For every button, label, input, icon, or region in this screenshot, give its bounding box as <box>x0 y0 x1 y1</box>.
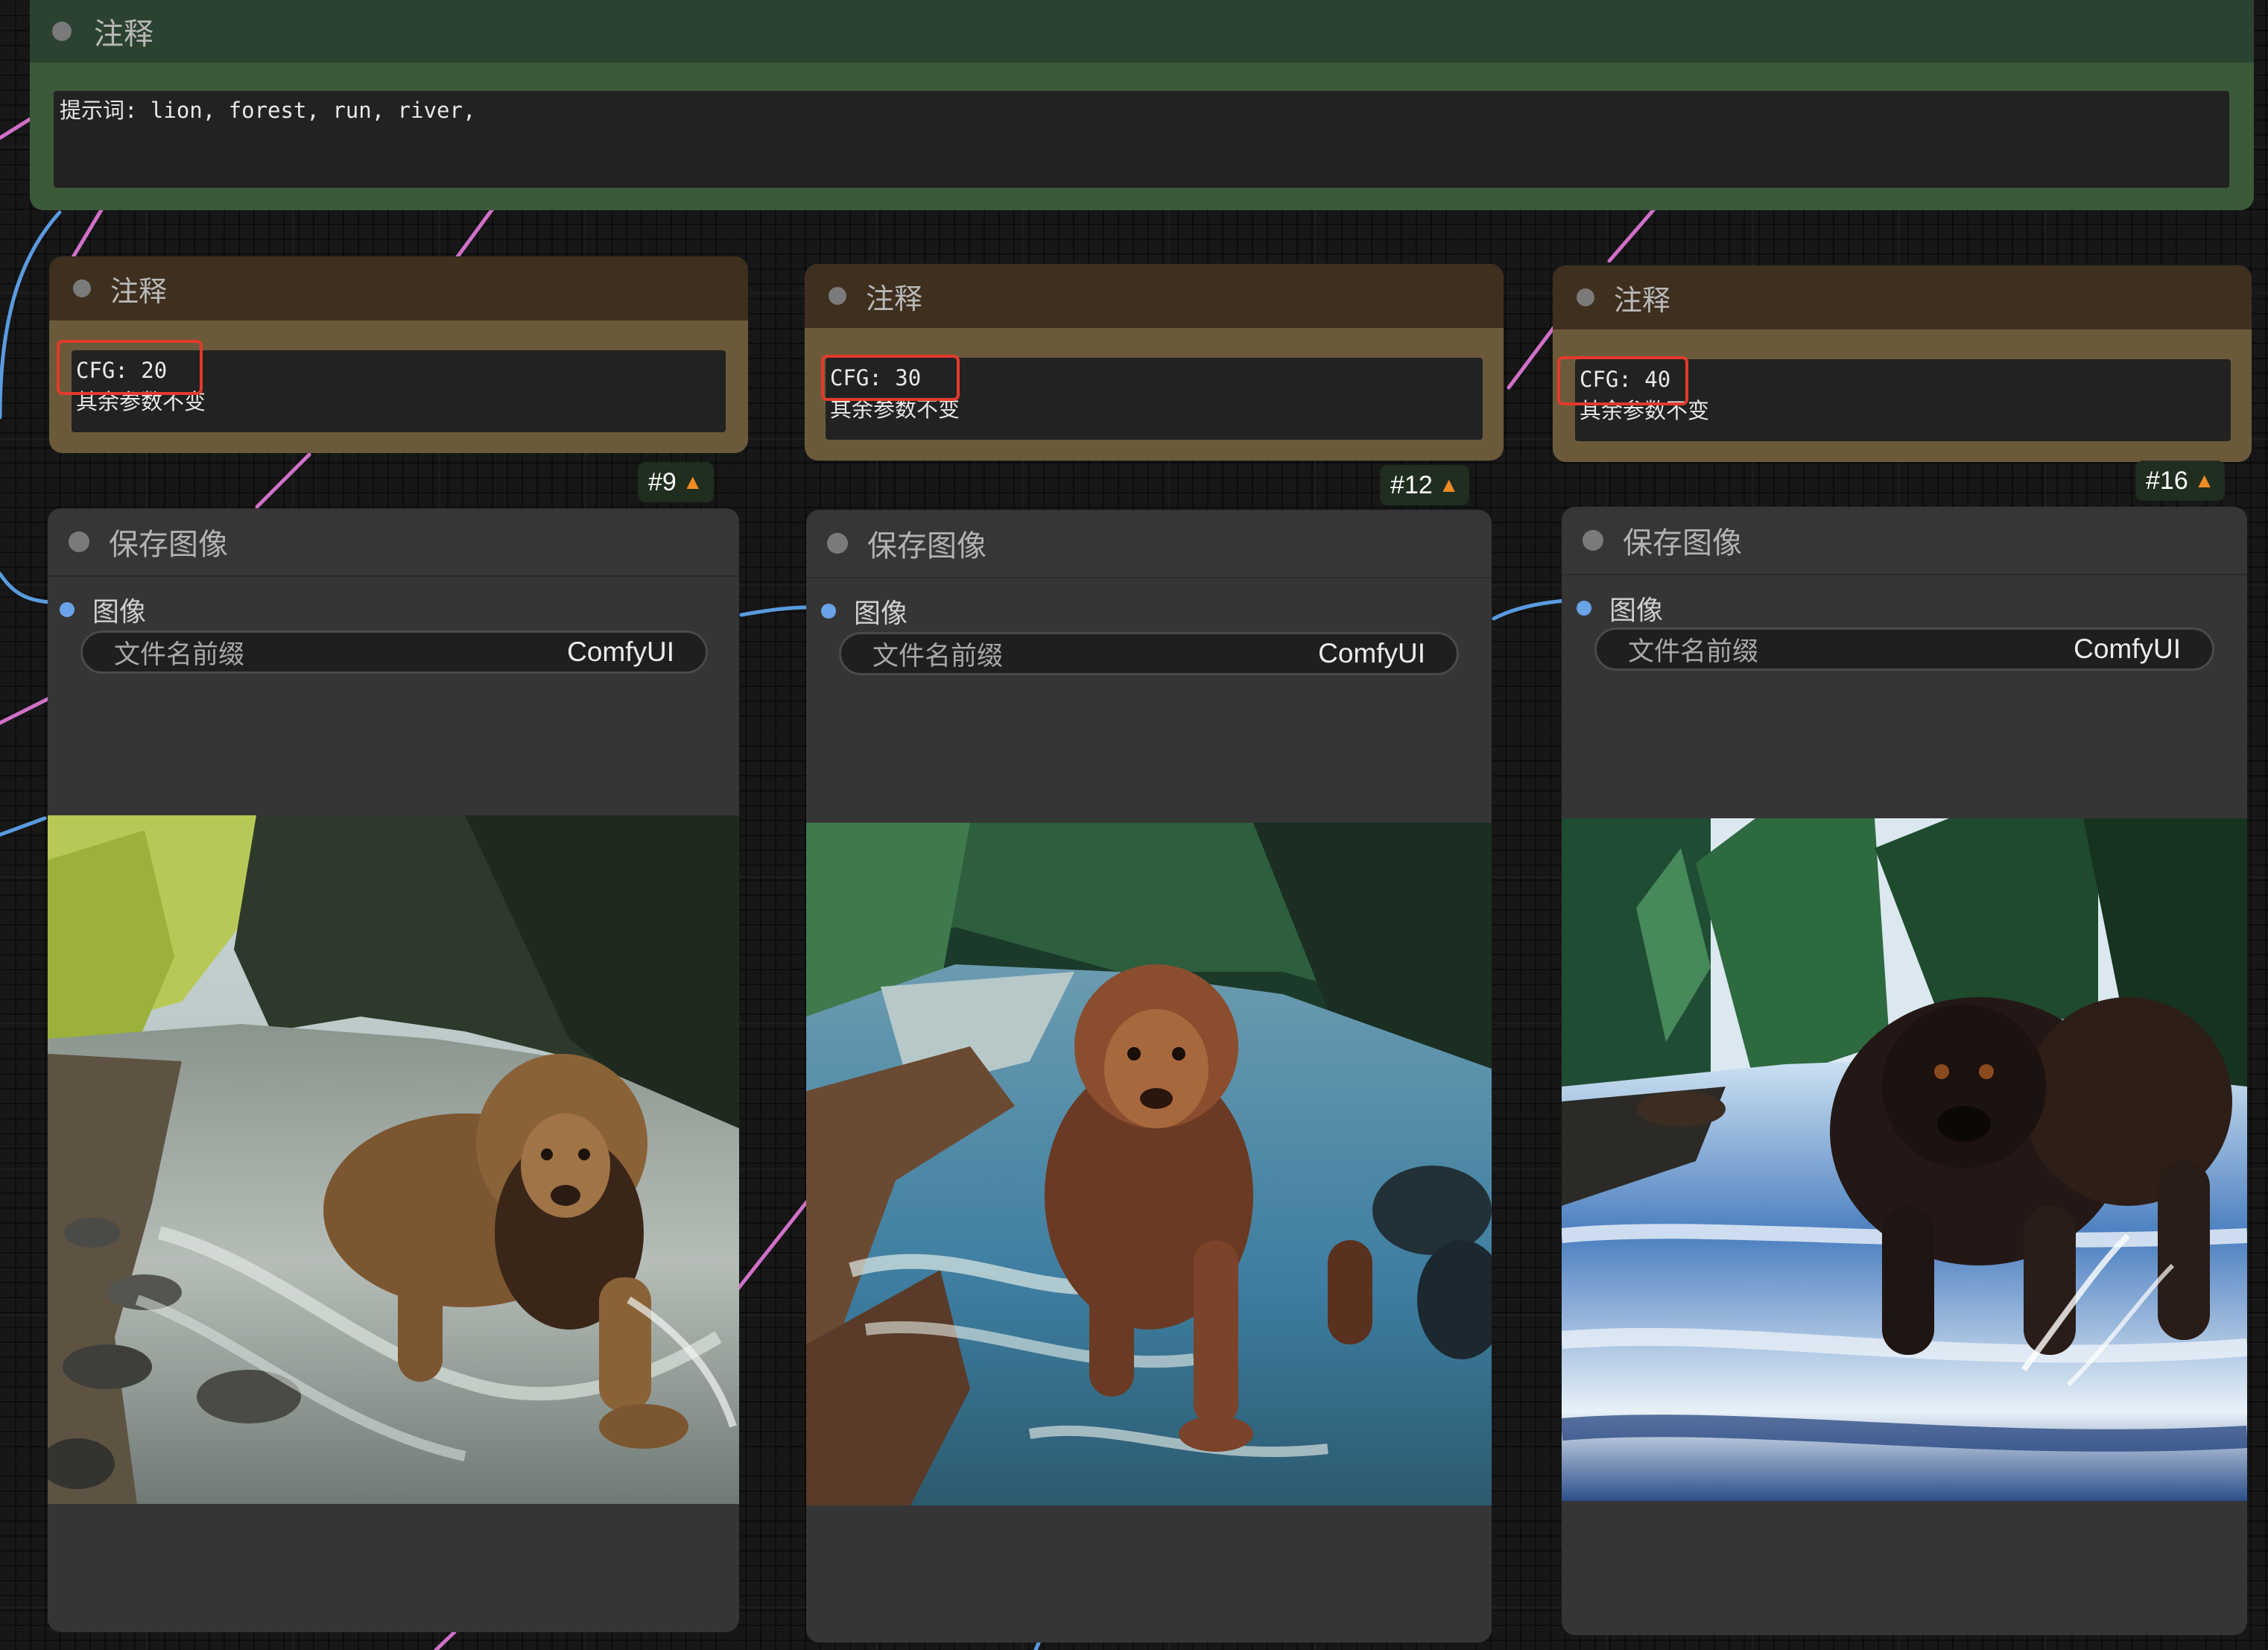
prompt-textarea[interactable]: 提示词: lion, forest, run, river, <box>54 91 2229 188</box>
image-preview[interactable] <box>806 823 1492 1505</box>
pink-link <box>69 203 107 263</box>
image-input-dot-icon[interactable] <box>1577 601 1591 616</box>
note-title: 注释 <box>110 274 168 308</box>
image-input-slot[interactable]: 图像 <box>60 590 146 629</box>
node-id-badge: #16 ▲ <box>2135 461 2226 501</box>
image-preview[interactable] <box>1562 818 2247 1501</box>
node-title: 保存图像 <box>109 528 228 562</box>
node-collapse-dot-icon[interactable] <box>69 531 89 552</box>
note-title: 注释 <box>1614 283 1671 317</box>
pink-link <box>735 1198 811 1292</box>
fox-icon: ▲ <box>682 470 703 493</box>
node-id-badge: #12 ▲ <box>1380 465 1470 505</box>
image-input-dot-icon[interactable] <box>60 602 75 617</box>
blue-link <box>0 572 51 604</box>
node-title-bar[interactable]: 保存图像 <box>1562 507 2247 575</box>
save-image-node-3[interactable]: 保存图像 图像 文件名前缀 ComfyUI <box>1562 507 2247 1635</box>
widget-label: 文件名前缀 <box>872 641 1004 671</box>
generated-image-beast-overcooked <box>1562 818 2247 1501</box>
pink-link <box>1507 326 1556 390</box>
cfg-highlight-box <box>1557 356 1688 405</box>
note-title-bar[interactable]: 注释 <box>1553 265 2252 329</box>
note-title: 注释 <box>866 282 923 315</box>
fox-icon: ▲ <box>2193 469 2215 492</box>
node-title-bar[interactable]: 保存图像 <box>48 508 739 577</box>
pink-link <box>0 117 32 140</box>
widget-label: 文件名前缀 <box>114 639 245 670</box>
node-title: 保存图像 <box>1623 526 1742 560</box>
filename-prefix-widget[interactable]: 文件名前缀 ComfyUI <box>839 632 1459 675</box>
pink-link <box>452 203 498 263</box>
save-image-node-2[interactable]: 保存图像 图像 文件名前缀 ComfyUI <box>806 510 1492 1643</box>
filename-prefix-widget[interactable]: 文件名前缀 ComfyUI <box>1594 628 2214 671</box>
widget-value: ComfyUI <box>567 636 674 667</box>
pink-link <box>0 695 54 725</box>
cfg-highlight-box <box>821 355 960 401</box>
input-label: 图像 <box>92 597 147 628</box>
blue-link <box>1492 598 1567 621</box>
pink-link <box>1607 203 1660 263</box>
widget-value: ComfyUI <box>2074 633 2181 664</box>
widget-label: 文件名前缀 <box>1628 636 1759 667</box>
blue-link <box>739 605 811 617</box>
image-input-slot[interactable]: 图像 <box>821 592 907 630</box>
node-title: 保存图像 <box>867 529 986 563</box>
image-input-slot[interactable]: 图像 <box>1577 589 1663 628</box>
image-input-dot-icon[interactable] <box>821 604 836 619</box>
blue-link <box>0 816 47 837</box>
generated-image-lion-saturated <box>806 823 1492 1505</box>
node-id: #16 <box>2146 466 2188 495</box>
prompt-text: 提示词: lion, forest, run, river, <box>60 98 476 123</box>
save-image-node-1[interactable]: 保存图像 图像 文件名前缀 ComfyUI <box>48 508 739 1632</box>
widget-value: ComfyUI <box>1318 638 1425 668</box>
filename-prefix-widget[interactable]: 文件名前缀 ComfyUI <box>80 630 708 674</box>
node-collapse-dot-icon[interactable] <box>52 22 72 41</box>
node-collapse-dot-icon[interactable] <box>1577 288 1594 306</box>
pink-link <box>255 452 311 509</box>
node-id-badge: #9 ▲ <box>638 462 714 502</box>
cfg-highlight-box <box>57 340 203 395</box>
node-collapse-dot-icon[interactable] <box>73 279 91 297</box>
fox-icon: ▲ <box>1438 473 1460 496</box>
pink-link <box>434 1630 457 1650</box>
node-collapse-dot-icon[interactable] <box>827 533 848 554</box>
node-id: #12 <box>1390 470 1433 499</box>
image-preview[interactable] <box>48 815 739 1504</box>
note-title: 注释 <box>94 17 153 51</box>
node-title-bar[interactable]: 保存图像 <box>806 510 1492 578</box>
input-label: 图像 <box>1609 595 1664 626</box>
input-label: 图像 <box>854 598 908 629</box>
node-collapse-dot-icon[interactable] <box>829 287 846 305</box>
node-collapse-dot-icon[interactable] <box>1583 530 1603 551</box>
note-title-bar[interactable]: 注释 <box>805 264 1504 328</box>
note-title-bar[interactable]: 注释 <box>49 256 748 320</box>
note-title-bar[interactable]: 注释 <box>30 0 2254 63</box>
generated-image-lion-photoreal <box>48 815 739 1504</box>
top-note-node[interactable]: 注释 提示词: lion, forest, run, river, <box>30 0 2254 210</box>
node-id: #9 <box>648 467 677 496</box>
